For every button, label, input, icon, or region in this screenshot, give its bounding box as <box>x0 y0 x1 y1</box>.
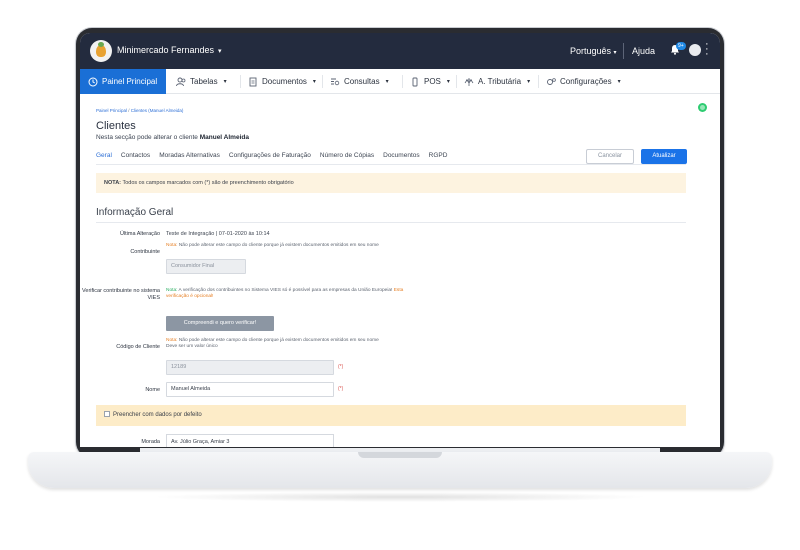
language-label: Português <box>570 46 612 56</box>
chevron-down-icon: ▾ <box>385 79 389 85</box>
laptop-shadow <box>150 492 650 502</box>
breadcrumb: Painel Principal / Clientes (Manuel Alme… <box>96 108 184 113</box>
laptop-mockup: Minimercado Fernandes ▾ Português ▾ Ajuda… <box>0 0 800 550</box>
topbar-divider <box>623 43 624 59</box>
note-prefix: Nota: <box>166 338 178 343</box>
client-code-input[interactable]: 12189 <box>166 360 334 375</box>
language-selector[interactable]: Português ▾ <box>570 46 617 56</box>
subtitle-client-name: Manuel Almeida <box>199 134 249 141</box>
chevron-down-icon: ▾ <box>223 79 227 85</box>
vies-note: Nota: A verificação dos contribuintes no… <box>166 288 416 300</box>
breadcrumb-current: Clientes (Manuel Almeida) <box>130 108 184 113</box>
clock-icon <box>88 77 98 86</box>
company-name: Minimercado Fernandes <box>117 45 215 55</box>
chevron-down-icon: ▾ <box>446 79 450 85</box>
top-bar: Minimercado Fernandes ▾ Português ▾ Ajuda… <box>80 33 720 69</box>
client-code-note: Nota: Não pode alterar este campo do cli… <box>166 338 406 350</box>
cancel-button[interactable]: Cancelar <box>586 149 634 164</box>
breadcrumb-home[interactable]: Painel Principal <box>96 108 127 113</box>
nav-label: POS <box>424 77 441 86</box>
pos-icon <box>412 77 418 86</box>
chevron-down-icon: ▾ <box>617 79 621 85</box>
nav-item-a-tributaria[interactable]: A. Tributária ▾ <box>464 69 530 94</box>
nav-label: Painel Principal <box>102 77 158 86</box>
nav-label: Documentos <box>262 77 307 86</box>
nav-divider <box>322 75 323 88</box>
nav-divider <box>402 75 403 88</box>
company-logo <box>90 40 112 62</box>
section-divider <box>96 222 686 223</box>
vies-label: Verificar contribuinte no sistema VIES <box>82 288 160 301</box>
app-screen: Minimercado Fernandes ▾ Português ▾ Ajuda… <box>80 33 720 447</box>
notification-badge: 9+ <box>676 42 686 50</box>
nav-item-pos[interactable]: POS ▾ <box>410 69 450 94</box>
nav-label: Consultas <box>344 77 380 86</box>
status-indicator-icon[interactable] <box>698 103 707 112</box>
prefill-defaults-row[interactable]: Preencher com dados por defeito <box>96 405 686 426</box>
unique-value-note: Deve ser um valor único <box>166 344 218 349</box>
required-mark: (*) <box>338 386 344 392</box>
address-textarea[interactable]: Av. Júlio Graça, Amiar 3 <box>166 434 334 447</box>
more-options-icon[interactable]: · · · <box>705 39 709 60</box>
nav-item-configuracoes[interactable]: Configurações ▾ <box>546 69 621 94</box>
taxpayer-label: Contribuinte <box>130 249 160 255</box>
note-body: Não pode alterar este campo do cliente p… <box>178 338 379 343</box>
main-nav: Painel Principal Tabelas ▾ Documentos ▾ Co… <box>80 69 720 94</box>
tabs-divider <box>96 164 686 165</box>
tax-icon <box>464 77 474 86</box>
company-selector[interactable]: Minimercado Fernandes ▾ <box>117 45 222 55</box>
section-title: Informação Geral <box>96 207 174 218</box>
laptop-base <box>28 452 772 488</box>
users-icon <box>176 77 186 86</box>
note-prefix: Nota: <box>166 243 178 248</box>
chevron-down-icon: ▾ <box>312 79 316 85</box>
vies-verify-button[interactable]: Compreendi e quero verificar! <box>166 316 274 331</box>
note-label: NOTA: <box>104 180 122 186</box>
page-subtitle: Nesta secção pode alterar o cliente Manu… <box>96 134 249 141</box>
name-label: Nome <box>145 387 160 393</box>
chevron-down-icon: ▾ <box>527 79 531 85</box>
nav-label: A. Tributária <box>478 77 522 86</box>
user-avatar-icon[interactable] <box>689 44 701 56</box>
chevron-down-icon: ▾ <box>613 50 617 56</box>
laptop-notch <box>358 452 442 458</box>
help-link[interactable]: Ajuda <box>632 46 655 56</box>
name-input[interactable]: Manuel Almeida <box>166 382 334 397</box>
main-content: Painel Principal / Clientes (Manuel Alme… <box>80 94 720 447</box>
note-body: A verificação dos contribuintes no Siste… <box>178 288 393 293</box>
taxpayer-note: Nota: Não pode alterar este campo do cli… <box>166 243 416 249</box>
note-prefix: Nota: <box>166 288 178 293</box>
nav-item-consultas[interactable]: Consultas ▾ <box>330 69 389 94</box>
nav-divider <box>538 75 539 88</box>
nav-divider <box>456 75 457 88</box>
subtitle-text: Nesta secção pode alterar o cliente <box>96 134 198 141</box>
update-button[interactable]: Atualizar <box>641 149 687 164</box>
nav-item-tabelas[interactable]: Tabelas ▾ <box>176 69 227 94</box>
last-change-label: Última Alteração <box>119 231 160 237</box>
nav-item-painel-principal[interactable]: Painel Principal <box>80 69 166 94</box>
note-body: Não pode alterar este campo do cliente p… <box>178 243 379 248</box>
gears-icon <box>547 77 556 85</box>
document-icon <box>249 77 257 86</box>
address-label: Morada <box>141 439 160 445</box>
prefill-checkbox[interactable] <box>104 411 110 417</box>
required-fields-note: NOTA: Todos os campos marcados com (*) s… <box>96 173 686 193</box>
note-text: Todos os campos marcados com (*) são de … <box>122 180 294 186</box>
nav-divider <box>240 75 241 88</box>
last-change-value: Teste de Integração | 07-01-2020 às 10:1… <box>166 231 270 237</box>
nav-label: Tabelas <box>190 77 218 86</box>
nav-label: Configurações <box>560 77 612 86</box>
required-mark: (*) <box>338 364 344 370</box>
page-title: Clientes <box>96 120 136 132</box>
prefill-label: Preencher com dados por defeito <box>113 412 202 418</box>
search-list-icon <box>331 78 340 85</box>
chevron-down-icon: ▾ <box>218 48 222 55</box>
nav-item-documentos[interactable]: Documentos ▾ <box>248 69 316 94</box>
client-code-label: Código de Cliente <box>116 344 160 350</box>
taxpayer-input[interactable]: Consumidor Final <box>166 259 246 274</box>
